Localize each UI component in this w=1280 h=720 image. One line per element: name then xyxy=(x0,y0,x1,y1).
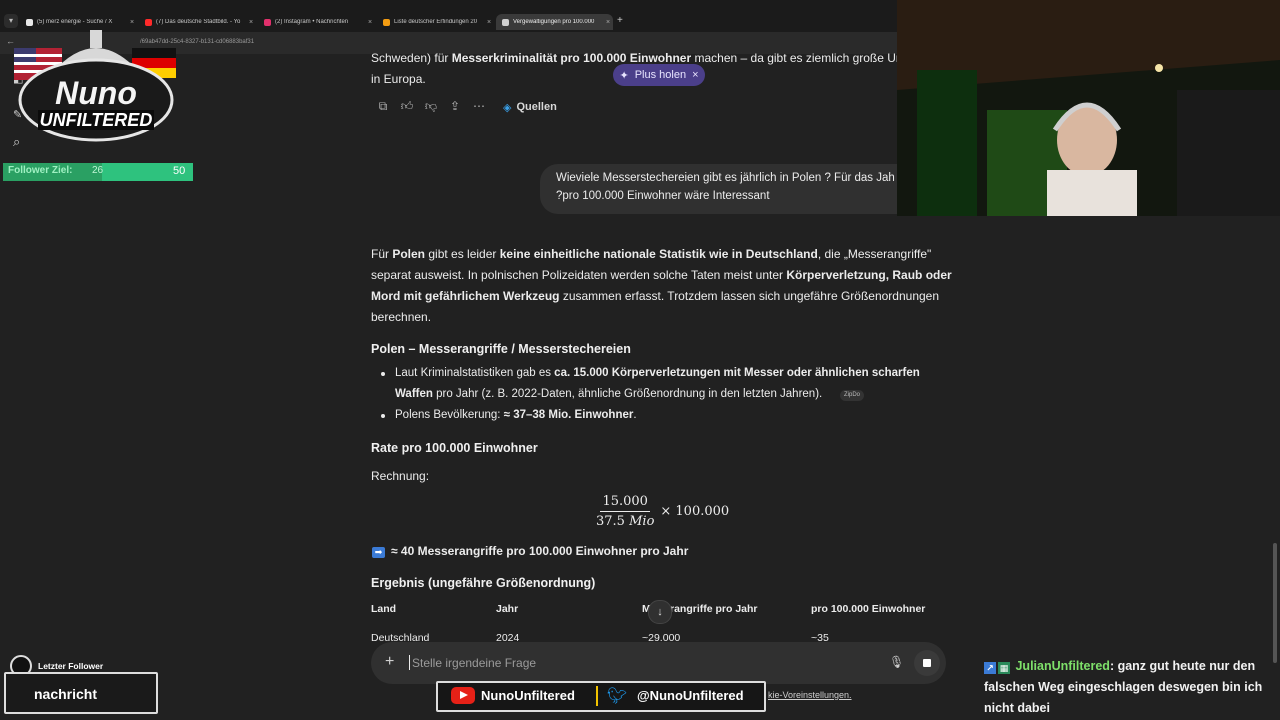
add-attachment-icon[interactable]: + xyxy=(385,653,394,671)
answer-intro-line2: separat ausweist. In polnischen Polizeid… xyxy=(371,268,952,282)
tab-label: Vergewaltigungen pro 100.000 xyxy=(513,19,595,25)
bullet1-line2: Waffen pro Jahr (z. B. 2022-Daten, ähnli… xyxy=(395,388,823,400)
plus-holen-pill[interactable]: ✦ Plus holen × xyxy=(613,64,705,86)
tab-favicon xyxy=(264,18,271,26)
new-tab-button[interactable]: + xyxy=(617,15,623,26)
browser-tab[interactable]: Liste deutscher Erfindungen 20 × xyxy=(377,14,494,30)
tab-label: (7) Das deutsche Stadtbild. - Yo xyxy=(156,19,241,25)
bullet2: Polens Bevölkerung: ≈ 37–38 Mio. Einwohn… xyxy=(395,409,637,421)
tab-favicon xyxy=(383,18,390,26)
message-actions: ⧉ 👍︎ 👎︎ ⇪ ⋯ ◈ Quellen xyxy=(371,99,557,115)
section-title-polen: Polen – Messerangriffe / Messerstecherei… xyxy=(371,342,631,356)
section-title-rate: Rate pro 100.000 Einwohner xyxy=(371,441,538,455)
twitter-handle: @NunoUnfiltered xyxy=(637,688,744,703)
tab-label: Liste deutscher Erfindungen 20 xyxy=(394,19,478,25)
cookie-settings-link[interactable]: kie-Voreinstellungen. xyxy=(768,690,852,700)
copy-icon[interactable]: ⧉ xyxy=(371,99,395,115)
rechnung-label: Rechnung: xyxy=(371,469,430,483)
fraction-denominator: 37.5 Mio xyxy=(596,514,655,529)
table-header-messerangriffe-right: rangriffe pro Jahr xyxy=(670,603,758,615)
browser-tab[interactable]: (2) Instagram • Nachrichten × xyxy=(258,14,375,30)
sources-icon: ◈ xyxy=(503,101,512,114)
divider xyxy=(596,686,598,706)
youtube-icon xyxy=(451,687,475,704)
result-line: ➡ ≈ 40 Messerangriffe pro 100.000 Einwohn… xyxy=(372,544,688,558)
follower-goal: 50 xyxy=(173,165,186,177)
follower-goal-label: Follower Ziel: xyxy=(8,165,73,176)
formula-multiplier: × 100.000 xyxy=(660,504,730,519)
stop-icon xyxy=(923,659,931,667)
close-icon[interactable]: × xyxy=(692,69,698,81)
last-follower-name: nachricht xyxy=(34,686,98,702)
tab-label: (2) Instagram • Nachrichten xyxy=(275,19,349,25)
nuno-unfiltered-logo: Nuno UNFILTERED xyxy=(14,30,176,142)
tab-favicon xyxy=(145,18,152,26)
stream-chat-message: ↗ ▦ JulianUnfiltered: ganz gut heute nur … xyxy=(984,656,1280,719)
microphone-icon[interactable]: 🎙︎ xyxy=(889,655,904,669)
webcam-feed xyxy=(897,0,1280,216)
thumbs-up-icon[interactable]: 👍︎ xyxy=(395,99,419,115)
youtube-handle: NunoUnfiltered xyxy=(481,688,575,703)
text-caret xyxy=(409,655,410,670)
answer-intro-line3: Mord mit gefährlichem Werkzeug zusammen … xyxy=(371,289,940,303)
answer-intro-line1: Für Polen gibt es leider keine einheitli… xyxy=(371,247,932,261)
twitter-icon: 🐦︎ xyxy=(607,688,628,705)
prev-answer-line1: Schweden) für Messerkriminalität pro 100… xyxy=(371,51,913,65)
chat-username: JulianUnfiltered xyxy=(1015,659,1110,673)
scrollbar[interactable] xyxy=(1273,543,1277,663)
sparkle-icon: ✦ xyxy=(619,69,629,82)
close-icon[interactable]: × xyxy=(484,19,494,26)
plus-holen-label: Plus holen xyxy=(634,69,687,81)
close-icon[interactable]: × xyxy=(127,19,137,26)
close-icon[interactable]: × xyxy=(603,19,613,26)
table-header-land: Land xyxy=(371,603,397,615)
browser-tab[interactable]: Vergewaltigungen pro 100.000 × xyxy=(496,14,613,30)
stop-button[interactable] xyxy=(914,650,940,676)
badge-icon: ▦ xyxy=(998,662,1010,674)
close-icon[interactable]: × xyxy=(365,19,375,26)
prompt-input[interactable] xyxy=(412,656,872,670)
sources-label: Quellen xyxy=(516,101,557,113)
svg-text:UNFILTERED: UNFILTERED xyxy=(40,110,153,130)
bullet1-line1: Laut Kriminalstatistiken gab es ca. 15.0… xyxy=(395,367,920,379)
bullet-dot xyxy=(381,372,385,376)
user-message-line2: ?pro 100.000 Einwohner wäre Interessant xyxy=(556,190,770,202)
fraction: 15.000 37.5 Mio xyxy=(596,494,654,529)
follower-current: 26 xyxy=(92,165,104,176)
sources-button[interactable]: ◈ Quellen xyxy=(503,101,557,114)
last-follower-title: Letzter Follower xyxy=(38,661,104,671)
badge-icon: ↗ xyxy=(984,662,996,674)
arrow-right-icon: ➡ xyxy=(372,547,385,558)
answer-intro-line4: berechnen. xyxy=(371,310,432,324)
scroll-down-button[interactable]: ↓ xyxy=(648,600,672,624)
share-icon[interactable]: ⇪ xyxy=(443,99,467,115)
table-header-jahr: Jahr xyxy=(496,603,519,615)
section-title-ergebnis: Ergebnis (ungefähre Größenordnung) xyxy=(371,576,596,590)
tab-search-button[interactable]: ▾ xyxy=(4,14,18,28)
svg-text:Nuno: Nuno xyxy=(55,75,137,111)
bullet-dot xyxy=(381,414,385,418)
table-header-pro-100000: pro 100.000 Einwohner xyxy=(811,603,926,615)
close-icon[interactable]: × xyxy=(246,19,256,26)
tab-label: (5) merz energie - Suche / X xyxy=(37,19,113,25)
formula: 15.000 37.5 Mio × 100.000 xyxy=(596,494,729,529)
tab-favicon xyxy=(26,18,33,26)
fraction-numerator: 15.000 xyxy=(600,494,650,512)
user-message-line1: Wieviele Messerstechereien gibt es jährl… xyxy=(556,172,895,184)
more-icon[interactable]: ⋯ xyxy=(467,99,491,115)
thumbs-down-icon[interactable]: 👎︎ xyxy=(419,99,443,115)
tab-favicon xyxy=(502,18,509,26)
prev-answer-line2: in Europa. xyxy=(371,72,426,86)
source-chip[interactable]: ZipDo xyxy=(840,390,865,401)
